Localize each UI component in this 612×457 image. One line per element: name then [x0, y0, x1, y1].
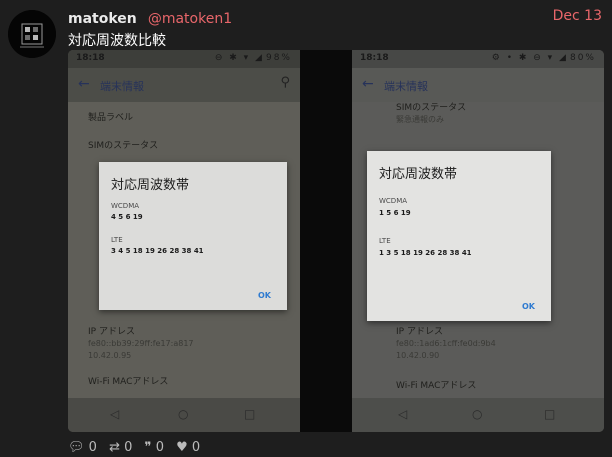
nav-recents-icon: □	[244, 407, 256, 421]
like-count: 0	[191, 440, 201, 455]
post-date[interactable]: Dec 13	[553, 8, 602, 24]
lte-bands: 3 4 5 18 19 26 28 38 41	[111, 247, 204, 255]
post-header: matoken @matoken1 Dec 13	[68, 8, 602, 28]
phone-status-bar: 18:18 ⊖ ✱ ▾ ◢ 98%	[68, 50, 300, 68]
settings-item: SIMのステータス 緊急通報のみ	[396, 103, 467, 124]
user-handle[interactable]: @matoken1	[148, 11, 232, 27]
settings-item: Wi-Fi MACアドレス	[396, 381, 477, 391]
phone-app-bar: ← 端末情報 ⚲	[68, 68, 300, 102]
display-name[interactable]: matoken	[68, 11, 137, 27]
phone-app-bar: ← 端末情報	[352, 68, 604, 102]
phone-photo-left: 18:18 ⊖ ✱ ▾ ◢ 98% ← 端末情報 ⚲ 製品ラベル SIMのステータ…	[68, 50, 300, 432]
back-arrow-icon: ←	[78, 76, 90, 92]
battery-level: 80%	[569, 53, 596, 63]
settings-item: IP アドレス fe80::bb39:29ff:fe17:a817 10.42.…	[88, 327, 194, 360]
battery-level: 98%	[265, 53, 292, 63]
like-action[interactable]: ♥ 0	[176, 440, 200, 455]
wcdma-bands: 1 5 6 19	[379, 209, 411, 217]
settings-item: Wi-Fi MACアドレス	[88, 377, 169, 387]
reply-action[interactable]: 💬︎ 0	[68, 440, 97, 455]
search-icon: ⚲	[280, 75, 290, 90]
reblog-count: 0	[124, 440, 133, 455]
settings-item: 製品ラベル	[88, 113, 134, 123]
phone-photo-right: 18:18 ⚙ • ✱ ⊖ ▾ ◢ 80% ← 端末情報 SIMのステータス 緊急…	[352, 50, 604, 432]
dialog-title: 対応周波数帯	[111, 178, 190, 193]
ok-button: OK	[258, 291, 271, 300]
reply-icon: 💬︎	[68, 440, 85, 455]
lte-bands: 1 3 5 18 19 26 28 38 41	[379, 249, 472, 257]
avatar-logo-icon	[8, 10, 56, 58]
nav-recents-icon: □	[544, 407, 556, 421]
phone-status-bar: 18:18 ⚙ • ✱ ⊖ ▾ ◢ 80%	[352, 50, 604, 68]
post-actions: 💬︎ 0 ⇄ 0 ❞ 0 ♥ 0	[68, 440, 208, 455]
nav-home-icon: ○	[472, 407, 483, 421]
back-arrow-icon: ←	[362, 76, 374, 92]
lte-label: LTE	[379, 237, 391, 245]
frequency-band-dialog: 対応周波数帯 WCDMA 4 5 6 19 LTE 3 4 5 18 19 26…	[99, 162, 287, 310]
reblog-action[interactable]: ⇄ 0	[109, 440, 132, 455]
phone-time: 18:18	[360, 53, 389, 63]
status-icons: ⚙ • ✱ ⊖ ▾ ◢ 80%	[491, 53, 596, 63]
settings-item: IP アドレス fe80::1ad6:1cff:fe0d:9b4 10.42.0…	[396, 327, 496, 360]
dialog-title: 対応周波数帯	[379, 167, 458, 182]
phone-nav-bar: ◁ ○ □	[68, 398, 300, 432]
quote-action[interactable]: ❞ 0	[145, 440, 164, 455]
nav-back-icon: ◁	[110, 407, 120, 421]
app-title: 端末情報	[100, 80, 144, 93]
phone-nav-bar: ◁ ○ □	[352, 398, 604, 432]
settings-item: SIMのステータス	[88, 141, 159, 151]
media-gap	[300, 50, 352, 432]
status-icons: ⊖ ✱ ▾ ◢ 98%	[214, 53, 292, 63]
wcdma-bands: 4 5 6 19	[111, 213, 143, 221]
quote-icon: ❞	[144, 440, 152, 455]
app-title: 端末情報	[384, 80, 428, 93]
nav-back-icon: ◁	[398, 407, 408, 421]
wcdma-label: WCDMA	[379, 197, 408, 205]
heart-icon: ♥	[176, 440, 188, 455]
reply-count: 0	[88, 440, 97, 455]
status-text: 対応周波数比較	[68, 33, 166, 49]
nav-home-icon: ○	[178, 407, 189, 421]
media-attachment[interactable]: 18:18 ⊖ ✱ ▾ ◢ 98% ← 端末情報 ⚲ 製品ラベル SIMのステータ…	[68, 50, 604, 432]
frequency-band-dialog: 対応周波数帯 WCDMA 1 5 6 19 LTE 1 3 5 18 19 26…	[367, 151, 551, 321]
lte-label: LTE	[111, 236, 123, 244]
avatar[interactable]	[8, 10, 56, 58]
quote-count: 0	[155, 440, 164, 455]
phone-time: 18:18	[76, 53, 105, 63]
reblog-icon: ⇄	[109, 440, 120, 455]
ok-button: OK	[522, 302, 535, 311]
wcdma-label: WCDMA	[111, 202, 140, 210]
